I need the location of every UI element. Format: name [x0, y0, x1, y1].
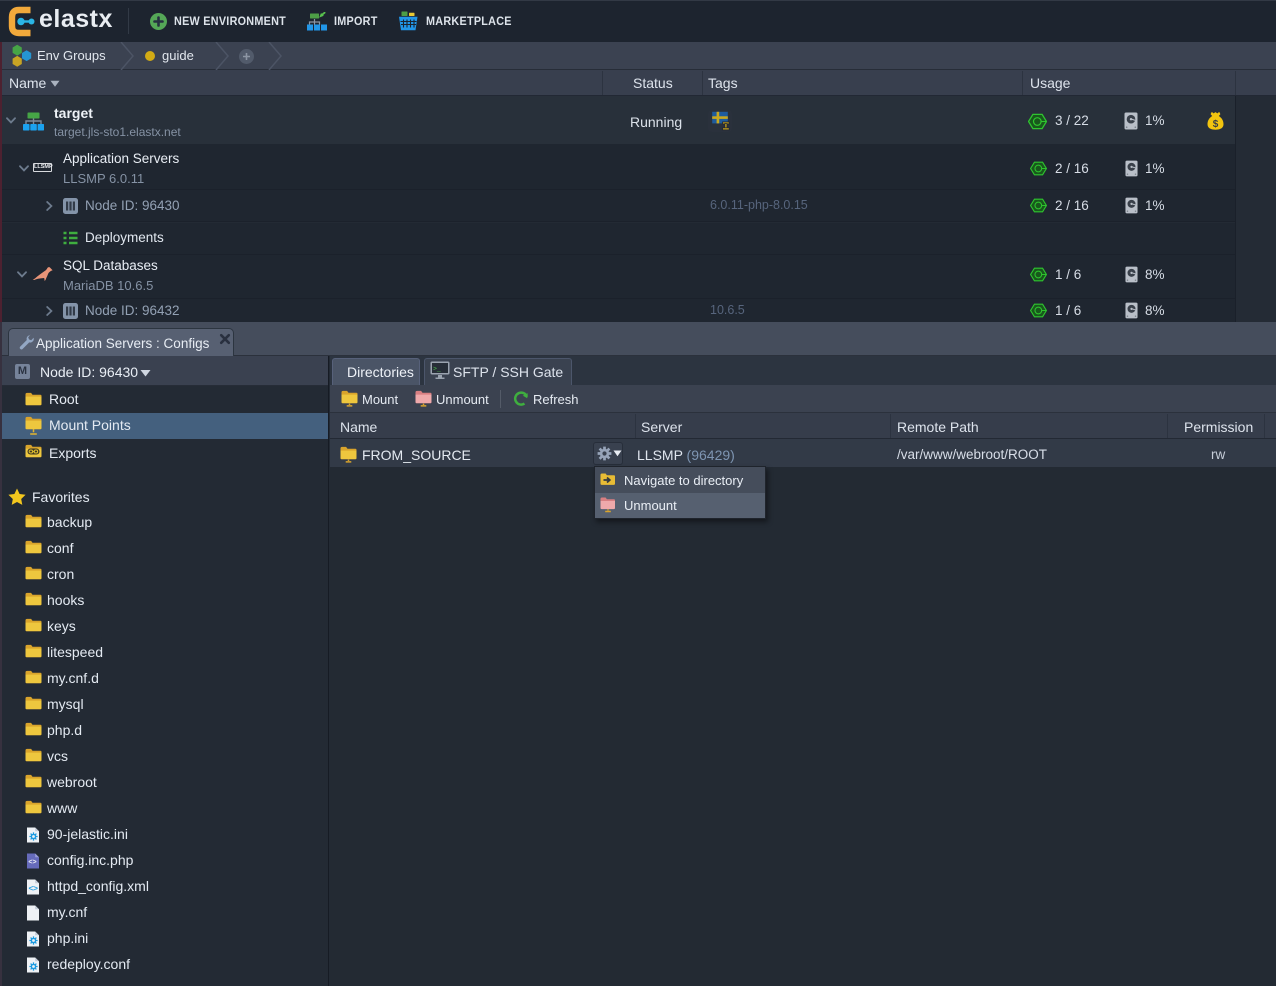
svg-text:>_: >_ [433, 366, 441, 373]
svg-text:<>: <> [28, 859, 36, 866]
svg-text:$: $ [1213, 119, 1219, 130]
